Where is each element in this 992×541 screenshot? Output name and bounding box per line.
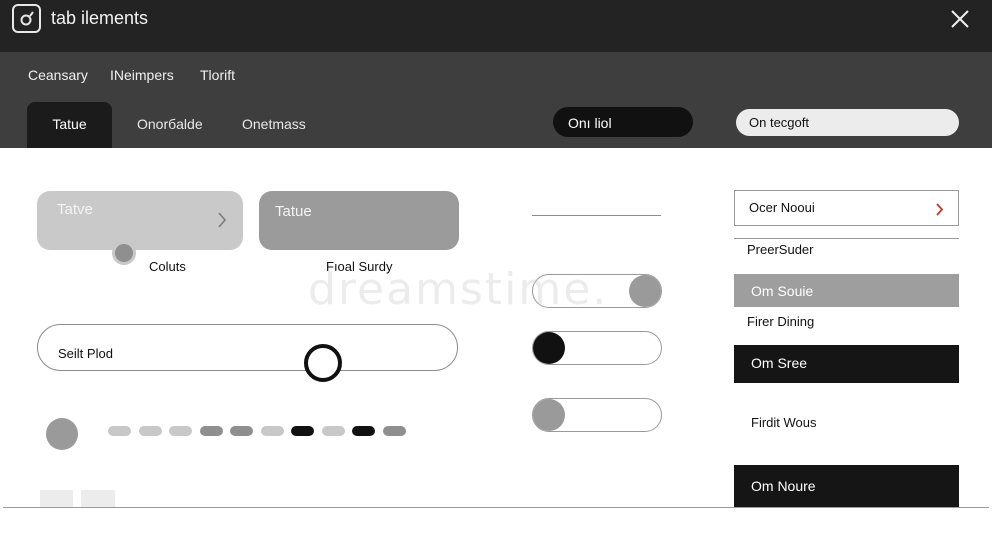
list-item[interactable]: Firer Dining — [734, 314, 959, 334]
toggle-knob — [629, 275, 661, 307]
slider-thumb[interactable] — [304, 344, 342, 382]
toggle-switch[interactable] — [532, 274, 662, 308]
card-caption: Coluts — [149, 259, 186, 274]
divider — [532, 215, 661, 216]
toggle-switch[interactable] — [532, 398, 662, 432]
page-indicator-dot[interactable] — [230, 426, 253, 436]
menu-bar: Ceansary INeimpers Tlorift Tatue Onorбal… — [0, 52, 992, 148]
list-item-selected[interactable]: Ocer Nooui — [734, 190, 959, 226]
list-item[interactable]: PreerSuder — [734, 242, 959, 262]
search-input[interactable]: On tecgoft — [736, 109, 959, 136]
tab-tatue[interactable]: Tatue — [27, 102, 112, 148]
page-indicator-dot[interactable] — [199, 426, 223, 436]
tab-onorbalde[interactable]: Onorбalde — [137, 102, 203, 148]
chevron-right-icon — [936, 203, 944, 216]
page-indicator-dot[interactable] — [321, 426, 345, 436]
page-indicator-dot[interactable] — [138, 426, 162, 436]
divider — [3, 507, 989, 508]
camera-icon — [12, 4, 41, 33]
menu-item-ceansary[interactable]: Ceansary — [28, 67, 88, 83]
ghost-tab[interactable] — [81, 490, 115, 508]
dark-pill-button[interactable]: Onı liol — [553, 107, 693, 137]
status-dot — [46, 418, 78, 450]
page-indicator-dot[interactable] — [382, 426, 406, 436]
card-label: Tatve — [57, 201, 93, 218]
page-indicator-dot[interactable] — [291, 426, 314, 436]
page-indicator-dot[interactable] — [260, 426, 284, 436]
slider-track[interactable]: Seilt Plod — [37, 324, 458, 371]
toggle-knob — [533, 332, 565, 364]
title-bar: tab ilements — [0, 0, 992, 52]
ghost-tab[interactable] — [40, 490, 73, 508]
page-indicator-dot[interactable] — [352, 426, 375, 436]
list-item[interactable]: Om Souie — [734, 274, 959, 307]
radio-knob[interactable] — [112, 241, 136, 265]
menu-item-tlorift[interactable]: Tlorift — [200, 67, 235, 83]
window-title: tab ilements — [51, 8, 149, 28]
card-label: Tatue — [275, 203, 312, 220]
list-item[interactable]: Om Noure — [734, 465, 959, 507]
toggle-switch[interactable] — [532, 331, 662, 365]
menu-item-ineimpers[interactable]: INeimpers — [110, 67, 174, 83]
list-item[interactable]: Om Sree — [734, 345, 959, 383]
card-tatve[interactable]: Tatve — [37, 191, 243, 250]
card-caption: Fıoal Surdy — [326, 259, 393, 274]
tab-onetmass[interactable]: Onetmass — [242, 102, 306, 148]
list-item[interactable]: Firdit Wous — [734, 415, 959, 435]
slider-label: Seilt Plod — [58, 346, 113, 361]
toggle-knob — [533, 399, 565, 431]
close-icon[interactable] — [946, 5, 974, 33]
list-item-label: Ocer Nooui — [749, 200, 815, 215]
chevron-right-icon — [218, 212, 227, 228]
divider — [734, 238, 959, 239]
card-tatue[interactable]: Tatue — [259, 191, 459, 250]
page-indicator-dot[interactable] — [108, 426, 131, 436]
page-indicator-dot[interactable] — [169, 426, 192, 436]
